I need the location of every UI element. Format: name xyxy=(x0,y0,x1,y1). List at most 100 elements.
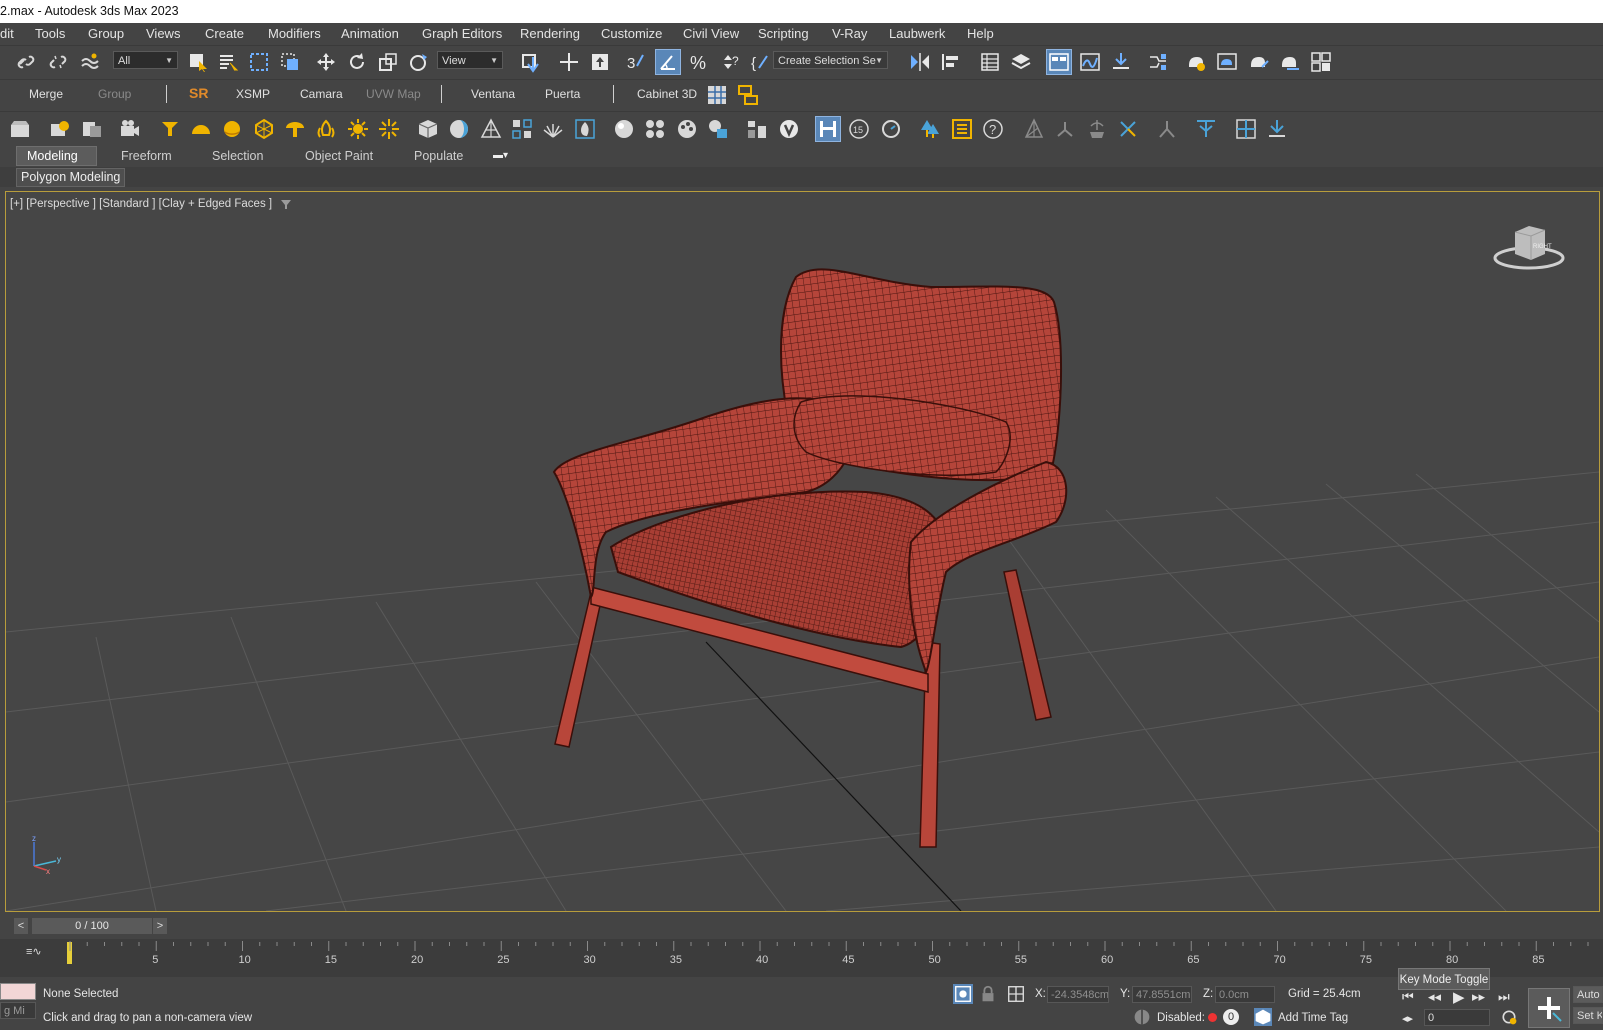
mirror-icon[interactable] xyxy=(908,50,932,74)
railclone-icon[interactable] xyxy=(1053,117,1077,141)
menu-rendering[interactable]: Rendering xyxy=(520,23,580,45)
render-production-icon[interactable] xyxy=(1247,50,1271,74)
material-editor-icon[interactable] xyxy=(1146,50,1170,74)
layer-explorer-icon[interactable] xyxy=(1009,50,1033,74)
previous-frame-button[interactable]: < xyxy=(14,918,28,934)
z-coordinate-field[interactable]: 0.0cm xyxy=(1215,986,1275,1003)
time-config-icon[interactable] xyxy=(1500,1008,1518,1026)
mushroom-light-icon[interactable] xyxy=(283,117,307,141)
scatter-icon[interactable] xyxy=(1022,117,1046,141)
select-object-icon[interactable] xyxy=(186,50,210,74)
named-selection-set-dropdown[interactable]: Create Selection Se ▼ xyxy=(773,51,888,69)
sr-button[interactable]: SR xyxy=(189,85,208,101)
listing-icon[interactable] xyxy=(950,117,974,141)
bind-spacewarp-icon[interactable] xyxy=(78,50,102,74)
render-iterative-icon[interactable] xyxy=(1278,50,1302,74)
reference-coordinate-dropdown[interactable]: View ▼ xyxy=(437,51,503,69)
timer-icon[interactable] xyxy=(879,117,903,141)
key-mode-arrows-icon[interactable]: ◂▸ xyxy=(1402,1012,1413,1025)
vray-scene-converter-icon[interactable] xyxy=(1194,117,1218,141)
go-to-start-icon[interactable]: ⏮ xyxy=(1402,989,1414,1005)
menu-create[interactable]: Create xyxy=(205,23,244,45)
tab-object-paint[interactable]: Object Paint xyxy=(305,147,373,165)
merge-button[interactable]: Merge xyxy=(29,87,63,101)
menu-help[interactable]: Help xyxy=(967,23,994,45)
geosphere-icon[interactable] xyxy=(252,117,276,141)
menu-modifiers[interactable]: Modifiers xyxy=(268,23,321,45)
vray-sphere-fade-icon[interactable] xyxy=(447,117,471,141)
y-coordinate-field[interactable]: 47.8551cm xyxy=(1132,986,1192,1003)
track-bar[interactable]: ≡∿ 5 10 15 20 25 30 35 40 45 50 55 60 65 70 75 80 85 xyxy=(0,939,1603,977)
spinner-snap-icon[interactable]: ? xyxy=(718,50,742,74)
tab-populate[interactable]: Populate xyxy=(414,147,463,165)
rectangular-selection-icon[interactable] xyxy=(247,50,271,74)
menu-civil-view[interactable]: Civil View xyxy=(683,23,739,45)
multi-material-icon[interactable] xyxy=(643,117,667,141)
maxscript-mini-input[interactable]: g Mi xyxy=(0,1002,36,1019)
scene-explorer-icon[interactable] xyxy=(978,50,1002,74)
lock-selection-icon[interactable] xyxy=(978,984,998,1004)
ies-light-icon[interactable] xyxy=(314,117,338,141)
render-setup-icon[interactable] xyxy=(1184,50,1208,74)
menu-edit[interactable]: dit xyxy=(0,23,14,45)
cabinet-icon[interactable] xyxy=(736,83,760,107)
hierarchy-icon[interactable] xyxy=(745,117,769,141)
adaptive-degradation-icon[interactable] xyxy=(1133,1008,1151,1026)
xsmp-button[interactable]: XSMP xyxy=(236,87,270,101)
sphere-light-icon[interactable] xyxy=(220,117,244,141)
ambient-light-icon[interactable] xyxy=(377,117,401,141)
menu-views[interactable]: Views xyxy=(146,23,180,45)
select-manipulate-icon[interactable] xyxy=(557,50,581,74)
curve-editor-icon[interactable] xyxy=(1078,50,1102,74)
selection-filter-dropdown[interactable]: All ▼ xyxy=(113,51,178,69)
unlink-icon[interactable] xyxy=(46,50,70,74)
menu-vray[interactable]: V-Ray xyxy=(832,23,867,45)
open-box-icon[interactable] xyxy=(8,117,32,141)
tab-selection[interactable]: Selection xyxy=(212,147,263,165)
move-icon[interactable] xyxy=(314,50,338,74)
grid-align-icon[interactable] xyxy=(1234,117,1258,141)
vray-volume-grid-icon[interactable] xyxy=(510,117,534,141)
previous-key-icon[interactable]: ◂◂ xyxy=(1428,989,1441,1005)
snap-pivot-icon[interactable] xyxy=(1265,117,1289,141)
camara-button[interactable]: Camara xyxy=(300,87,343,101)
maxscript-listener-mini[interactable] xyxy=(0,983,36,1000)
go-to-end-icon[interactable]: ⏭ xyxy=(1498,989,1510,1005)
group-button[interactable]: Group xyxy=(98,87,131,101)
toggle-ribbon-icon[interactable] xyxy=(1046,49,1072,75)
edit-named-selection-icon[interactable]: { xyxy=(749,50,773,74)
scale-icon[interactable] xyxy=(376,50,400,74)
vray-frame-buffer-icon[interactable] xyxy=(1309,50,1333,74)
perspective-viewport[interactable]: [+] [Perspective ] [Standard ] [Clay + E… xyxy=(5,191,1600,912)
forest-pack-icon[interactable] xyxy=(918,117,942,141)
axis-tool-icon[interactable] xyxy=(1116,117,1140,141)
material-browser-icon[interactable] xyxy=(706,117,730,141)
angle-snap-icon[interactable] xyxy=(655,49,681,75)
fountain-icon[interactable] xyxy=(1085,117,1109,141)
rendered-frame-window-icon[interactable] xyxy=(1215,50,1239,74)
keyboard-shortcut-override-icon[interactable] xyxy=(588,50,612,74)
add-time-tag-button[interactable]: Add Time Tag xyxy=(1278,1012,1348,1024)
viewcube-icon[interactable]: RIGHT xyxy=(1489,220,1569,272)
xref-icon[interactable] xyxy=(80,117,104,141)
percent-snap-icon[interactable]: % xyxy=(687,50,711,74)
set-key-big-button[interactable] xyxy=(1528,988,1570,1028)
next-frame-button[interactable]: > xyxy=(153,918,167,934)
rotate-icon[interactable] xyxy=(345,50,369,74)
tab-freeform[interactable]: Freeform xyxy=(121,147,172,165)
menu-laubwerk[interactable]: Laubwerk xyxy=(889,23,945,45)
asset-tracking-icon[interactable] xyxy=(48,117,72,141)
cabinet-3d-button[interactable]: Cabinet 3D xyxy=(637,87,697,101)
menu-group[interactable]: Group xyxy=(88,23,124,45)
tripod-icon[interactable] xyxy=(1155,117,1179,141)
ventana-button[interactable]: Ventana xyxy=(471,87,515,101)
polygon-modeling-panel[interactable]: Polygon Modeling xyxy=(16,168,126,187)
snaps-toggle-icon[interactable]: 3 xyxy=(624,50,648,74)
time-tag-icon[interactable] xyxy=(1254,1008,1272,1026)
autosave-15-icon[interactable]: 15 xyxy=(847,117,871,141)
skylight-icon[interactable] xyxy=(189,117,213,141)
auto-key-button[interactable]: Auto xyxy=(1573,986,1603,1003)
vray-proxy-icon[interactable] xyxy=(416,117,440,141)
save-scene-icon[interactable] xyxy=(815,116,841,142)
uvw-map-button[interactable]: UVW Map xyxy=(366,87,421,101)
